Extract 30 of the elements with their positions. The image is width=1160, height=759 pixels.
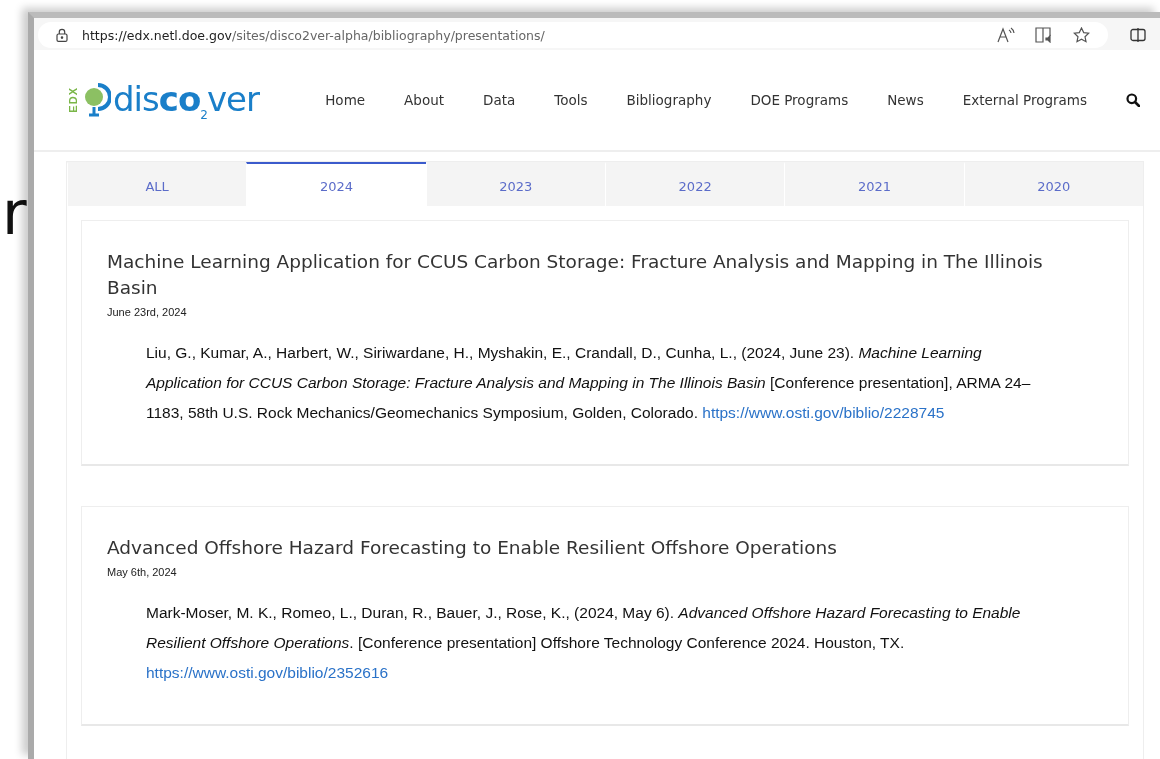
citation-link[interactable]: https://www.osti.gov/biblio/2352616 — [146, 664, 389, 681]
citation-text: Liu, G., Kumar, A., Harbert, W., Siriwardane, H., Myshakin, E., Crandall, D., Cunha, L., (2024, June 23). Machine Learning Application for CCUS Carbon Storage: Fracture Analysis and Mapping in The Illinois Basin [Conference presentation], ARMA 24–1183, 58th U.S. Rock Mechanics/Geomechanics Symposium, Golden, Colorado. https://www.osti.gov/biblio/2228745 — [146, 343, 1032, 423]
nav-link[interactable]: Bibliography — [626, 92, 712, 108]
nav-link[interactable]: DOE Programs — [750, 92, 849, 108]
read-aloud-icon[interactable] — [997, 27, 1015, 43]
immersive-reader-icon[interactable] — [1035, 27, 1053, 43]
star-icon[interactable] — [1073, 27, 1090, 43]
split-screen-icon[interactable] — [1130, 28, 1146, 42]
citation-text: Mark-Moser, M. K., Romeo, L., Duran, R., Bauer, J., Rose, K., (2024, May 6). Advanced Offshore Hazard Forecasting to Enable Resilient Offshore Operations. [Conference presentation] Offshore Technology Conference 2024. Houston, TX. https://www.osti.gov/biblio/2352616 — [146, 603, 1022, 683]
site-logo[interactable]: EDX disco$_{2}$ver — [67, 78, 259, 122]
year-tab[interactable]: 2022 — [605, 162, 785, 206]
entry-date: May 6th, 2024 — [107, 566, 178, 578]
nav-link[interactable]: About — [404, 92, 444, 108]
year-tab[interactable]: 2024 — [246, 162, 426, 206]
entry-title: Advanced Offshore Hazard Forecasting to Enable Resilient Offshore Operations — [107, 536, 838, 560]
year-tab[interactable]: 2023 — [425, 162, 605, 206]
nav-link[interactable]: Tools — [554, 92, 588, 108]
year-tab[interactable]: 2020 — [963, 162, 1143, 206]
nav-link[interactable]: Data — [483, 92, 516, 108]
nav-link[interactable]: News — [887, 92, 924, 108]
background-text: r — [2, 178, 27, 248]
nav-link[interactable]: External Programs — [962, 92, 1087, 108]
entry-date: June 23rd, 2024 — [107, 306, 188, 318]
entry-title: Machine Learning Application for CCUS Carbon Storage: Fracture Analysis and Mapping in The Illinois Basin — [107, 250, 1044, 300]
search-icon[interactable] — [1126, 93, 1140, 107]
lock-icon[interactable] — [56, 28, 68, 42]
citation-link[interactable]: https://www.osti.gov/biblio/2228745 — [702, 404, 945, 421]
address-bar[interactable]: https://edx.netl.doe.gov/sites/disco2ver-alpha/bibliography/presentations/ — [38, 22, 1108, 48]
year-tab[interactable]: 2021 — [784, 162, 964, 206]
nav-link[interactable]: Home — [325, 92, 366, 108]
